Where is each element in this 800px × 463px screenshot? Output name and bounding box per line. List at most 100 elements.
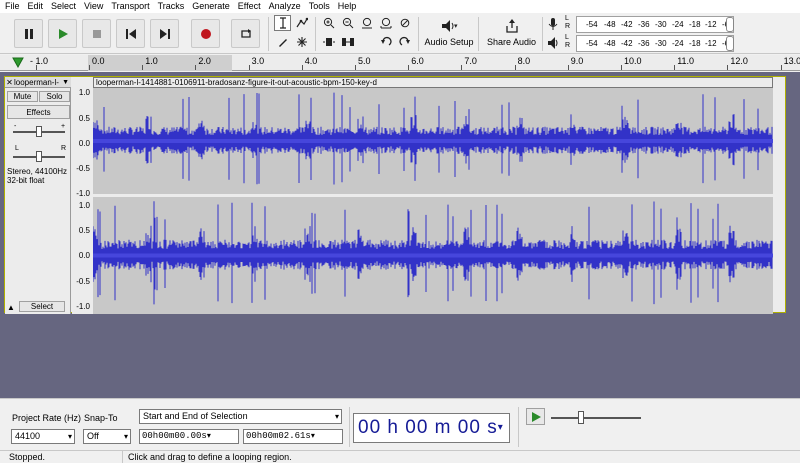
- select-track-button[interactable]: Select: [19, 301, 65, 312]
- selection-tool[interactable]: [274, 15, 291, 31]
- menu-transport[interactable]: Transport: [107, 0, 153, 13]
- menu-file[interactable]: File: [0, 0, 24, 13]
- ruler-tick: [248, 65, 250, 70]
- play-button[interactable]: [48, 19, 77, 48]
- audio-track[interactable]: ✕ looperman-l- ▼ Mute Solo Effects - + L…: [4, 76, 786, 314]
- meter-channel-l: L: [565, 15, 569, 22]
- recording-meter-handle[interactable]: [726, 17, 734, 32]
- menu-analyze[interactable]: Analyze: [265, 0, 305, 13]
- microphone-icon[interactable]: [547, 17, 559, 31]
- timeline-ruler[interactable]: - 1.0 0.0 1.0 2.0 3.0 4.0 5.0 6.0 7.0 8.0 9.0 10.0 1…: [0, 55, 800, 71]
- playback-meter-handle[interactable]: [726, 36, 734, 51]
- silence-audio-icon: [341, 38, 354, 46]
- waveform-area[interactable]: looperman-l-1414881-0106911-bradosanz-fi…: [93, 77, 773, 314]
- zoom-out-button[interactable]: [339, 15, 356, 31]
- share-audio-button[interactable]: Share Audio: [484, 15, 539, 53]
- audio-position-display[interactable]: 00 h 00 m 00 s▾: [353, 413, 510, 443]
- audio-setup-label: Audio Setup: [424, 37, 474, 47]
- menu-select[interactable]: Select: [47, 0, 80, 13]
- scale-label: -1.0: [76, 189, 90, 198]
- meter-tick: -30: [655, 20, 667, 29]
- redo-button[interactable]: [396, 34, 413, 50]
- ruler-label: 13.0: [783, 56, 800, 66]
- mute-button[interactable]: Mute: [7, 91, 38, 102]
- menu-tools[interactable]: Tools: [305, 0, 334, 13]
- close-track-icon[interactable]: ✕: [5, 78, 14, 87]
- ruler-label: 5.0: [358, 56, 371, 66]
- channel-divider: [93, 194, 773, 197]
- track-name-bar[interactable]: ✕ looperman-l- ▼: [5, 77, 71, 88]
- menu-tracks[interactable]: Tracks: [154, 0, 189, 13]
- skip-to-start-button[interactable]: [116, 19, 145, 48]
- menu-bar: File Edit Select View Transport Tracks G…: [0, 0, 800, 13]
- snap-to-select[interactable]: Off ▾: [83, 429, 131, 444]
- undo-icon: [380, 36, 392, 46]
- chevron-down-icon: ▾: [123, 432, 128, 441]
- scale-label: 0.5: [78, 114, 90, 123]
- chevron-down-icon[interactable]: ▼: [62, 79, 69, 86]
- trim-button[interactable]: [320, 34, 337, 50]
- project-rate-select[interactable]: 44100 ▾: [11, 429, 75, 444]
- text-cursor-icon: [279, 17, 286, 29]
- status-bar: Stopped. Click and drag to define a loop…: [0, 450, 800, 463]
- silence-button[interactable]: [339, 34, 356, 50]
- track-name: looperman-l-: [14, 77, 59, 87]
- selection-start-time[interactable]: 00h00m00.00s▾: [139, 429, 239, 444]
- meter-tick: -54: [586, 39, 598, 48]
- selection-end-time[interactable]: 00h00m02.61s▾: [243, 429, 343, 444]
- ruler-tick: [142, 65, 144, 70]
- stop-button[interactable]: [82, 19, 111, 48]
- loop-button[interactable]: [231, 19, 260, 48]
- effects-button[interactable]: Effects: [7, 105, 70, 119]
- speaker-icon: ▾: [442, 20, 458, 32]
- separator: [418, 17, 419, 51]
- audio-setup-button[interactable]: ▾ Audio Setup: [424, 15, 474, 53]
- ruler-tick: [461, 65, 463, 70]
- undo-button[interactable]: [377, 34, 394, 50]
- envelope-icon: [296, 17, 308, 28]
- recording-meter[interactable]: LR -54 -48 -42 -36 -30 -24 -18 -12 -6 0: [565, 15, 735, 33]
- menu-generate[interactable]: Generate: [188, 0, 234, 13]
- selection-mode-select[interactable]: Start and End of Selection ▾: [139, 409, 342, 424]
- playback-speed-thumb[interactable]: [578, 411, 584, 424]
- fit-project-button[interactable]: [377, 15, 394, 31]
- menu-effect[interactable]: Effect: [234, 0, 265, 13]
- track-panel[interactable]: ✕ looperman-l- ▼ Mute Solo Effects - + L…: [0, 72, 800, 404]
- pause-button[interactable]: [14, 19, 43, 48]
- waveform[interactable]: [93, 88, 773, 314]
- clip-title[interactable]: looperman-l-1414881-0106911-bradosanz-fi…: [93, 77, 773, 88]
- separator: [315, 17, 316, 51]
- zoom-fit-icon: [380, 17, 391, 29]
- playback-speed-slider[interactable]: [551, 417, 641, 419]
- record-button[interactable]: [191, 19, 220, 48]
- play-at-speed-button[interactable]: [526, 408, 545, 425]
- zoom-toggle-button[interactable]: [396, 15, 413, 31]
- ruler-tick: [355, 65, 356, 70]
- meter-tick: -18: [689, 39, 701, 48]
- menu-view[interactable]: View: [80, 0, 107, 13]
- gain-slider-thumb[interactable]: [36, 126, 42, 137]
- collapse-track-icon[interactable]: ▲: [7, 303, 15, 312]
- ruler-label: 9.0: [570, 56, 584, 66]
- menu-help[interactable]: Help: [334, 0, 361, 13]
- ruler-tick: [780, 65, 782, 70]
- skip-to-end-button[interactable]: [150, 19, 179, 48]
- meter-tick: -48: [604, 20, 616, 29]
- pan-left-label: L: [15, 145, 19, 152]
- multi-tool[interactable]: [293, 34, 310, 50]
- menu-edit[interactable]: Edit: [24, 0, 48, 13]
- envelope-tool[interactable]: [293, 15, 310, 31]
- redo-icon: [398, 36, 410, 46]
- fit-selection-button[interactable]: [358, 15, 375, 31]
- zoom-in-button[interactable]: [320, 15, 337, 31]
- draw-tool[interactable]: [274, 34, 291, 50]
- ruler-label: 10.0: [624, 56, 642, 66]
- scale-label: 1.0: [78, 201, 90, 210]
- ruler-tick: [514, 65, 516, 70]
- playback-speaker-icon[interactable]: [547, 36, 559, 50]
- pan-slider-thumb[interactable]: [36, 151, 42, 162]
- ruler-label: - 1.0: [30, 56, 49, 66]
- play-head-triangle-icon[interactable]: [12, 57, 24, 68]
- playback-meter[interactable]: LR -54 -48 -42 -36 -30 -24 -18 -12 -6 0: [565, 34, 735, 52]
- solo-button[interactable]: Solo: [39, 91, 70, 102]
